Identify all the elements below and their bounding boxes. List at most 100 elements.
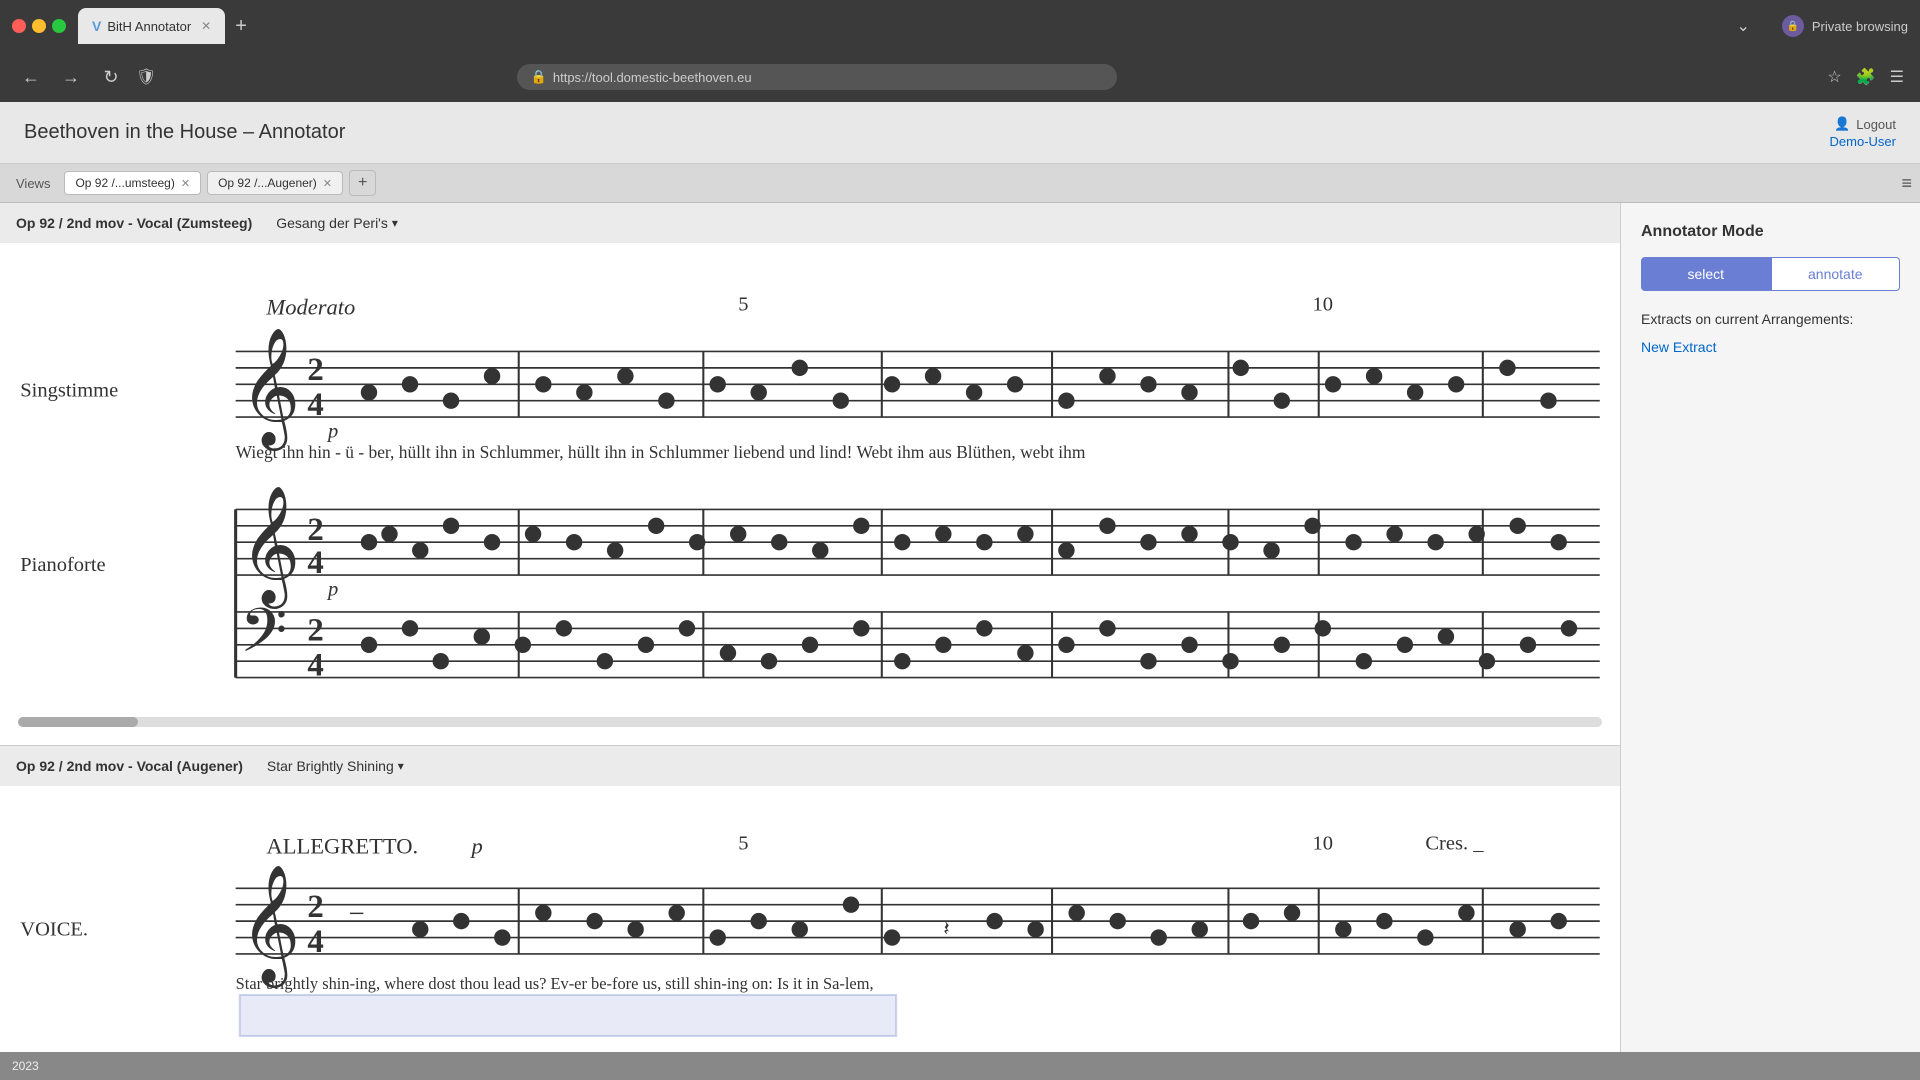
- app-title: Beethoven in the House – Annotator: [24, 121, 345, 144]
- scrollbar-container-1: [10, 709, 1610, 735]
- select-mode-button[interactable]: select: [1641, 257, 1771, 291]
- svg-text:2: 2: [307, 889, 323, 925]
- svg-text:Wiegt ihn hin - ü - ber, hüllt: Wiegt ihn hin - ü - ber, hüllt ihn in Sc…: [236, 442, 1086, 462]
- add-view-button[interactable]: +: [349, 170, 376, 196]
- svg-text:4: 4: [307, 648, 323, 684]
- score-section-augener: Op 92 / 2nd mov - Vocal (Augener) Star B…: [0, 746, 1620, 1052]
- app-header: Beethoven in the House – Annotator 👤 Log…: [0, 102, 1920, 164]
- traffic-lights: [12, 19, 66, 33]
- score-content-augener: VOICE. ALLEGRETTO. p 5 10 Cres. _: [0, 786, 1620, 1052]
- svg-text:𝄢: 𝄢: [240, 597, 287, 679]
- mode-buttons: select annotate: [1641, 257, 1900, 291]
- views-label: Views: [8, 172, 58, 195]
- browser-tab-active[interactable]: V BitH Annotator ✕: [78, 8, 225, 44]
- view-tab-close-2[interactable]: ✕: [323, 177, 332, 190]
- close-button[interactable]: [12, 19, 26, 33]
- view-tab-zumsteeg[interactable]: Op 92 /...umsteeg) ✕: [64, 171, 201, 195]
- svg-text:𝄞: 𝄞: [240, 328, 301, 451]
- new-tab-button[interactable]: +: [227, 11, 255, 42]
- svg-text:4: 4: [307, 387, 323, 423]
- menu-icon[interactable]: ☰: [1890, 67, 1904, 87]
- svg-text:𝄞: 𝄞: [240, 865, 301, 988]
- score-section-zumsteeg: Op 92 / 2nd mov - Vocal (Zumsteeg) Gesan…: [0, 203, 1620, 746]
- view-tab-augener[interactable]: Op 92 /...Augener) ✕: [207, 171, 343, 195]
- tab-bar: V BitH Annotator ✕ +: [78, 8, 1724, 44]
- extensions-icon[interactable]: 🧩: [1856, 67, 1876, 87]
- svg-text:𝄽: 𝄽: [943, 919, 949, 941]
- back-button[interactable]: ←: [16, 63, 46, 92]
- score-title-zumsteeg: Op 92 / 2nd mov - Vocal (Zumsteeg): [16, 215, 252, 231]
- demo-user-label[interactable]: Demo-User: [1830, 134, 1896, 149]
- svg-text:Singstimme: Singstimme: [20, 380, 118, 402]
- music-notation-augener: VOICE. ALLEGRETTO. p 5 10 Cres. _: [10, 796, 1610, 1052]
- arrangement-dropdown-augener[interactable]: Star Brightly Shining ▾: [267, 758, 404, 774]
- svg-text:10: 10: [1313, 833, 1334, 855]
- address-bar: ← → ↻ 🛡 🔒 https://tool.domestic-beethove…: [0, 52, 1920, 102]
- annotate-mode-button[interactable]: annotate: [1771, 257, 1901, 291]
- svg-text:Moderato: Moderato: [265, 295, 355, 320]
- shield-icon: 🛡: [136, 67, 156, 87]
- arrangement-label-augener: Star Brightly Shining: [267, 758, 394, 774]
- tabs-dropdown-icon[interactable]: ⌄: [1736, 16, 1749, 36]
- music-notation-zumsteeg: Singstimme Moderato 5 10: [10, 253, 1610, 704]
- new-extract-button[interactable]: New Extract: [1641, 339, 1716, 355]
- address-url[interactable]: https://tool.domestic-beethoven.eu: [553, 70, 752, 85]
- svg-text:4: 4: [307, 545, 323, 581]
- svg-text:p: p: [326, 421, 338, 443]
- arrangement-dropdown-arrow-zumsteeg: ▾: [392, 216, 398, 230]
- view-tab-label-1: Op 92 /...umsteeg): [75, 176, 174, 190]
- svg-text:2: 2: [307, 613, 323, 649]
- score-header-augener: Op 92 / 2nd mov - Vocal (Augener) Star B…: [0, 746, 1620, 786]
- scores-panel[interactable]: Op 92 / 2nd mov - Vocal (Zumsteeg) Gesan…: [0, 203, 1620, 1052]
- tab-logo-icon: V: [92, 18, 101, 34]
- forward-button[interactable]: →: [56, 63, 86, 92]
- view-tab-close-1[interactable]: ✕: [181, 177, 190, 190]
- user-actions: 👤 Logout Demo-User: [1830, 116, 1896, 149]
- private-browsing-label: Private browsing: [1812, 19, 1908, 34]
- scrollbar-thumb-1[interactable]: [18, 717, 138, 727]
- view-tab-label-2: Op 92 /...Augener): [218, 176, 317, 190]
- tab-close-icon[interactable]: ✕: [201, 19, 211, 33]
- svg-text:p: p: [326, 579, 338, 601]
- minimize-button[interactable]: [32, 19, 46, 33]
- browser-chrome: V BitH Annotator ✕ + ⌄ 🔒 Private browsin…: [0, 0, 1920, 102]
- svg-text:𝄞: 𝄞: [240, 486, 301, 609]
- tab-title: BitH Annotator: [107, 19, 191, 34]
- reload-button[interactable]: ↻: [96, 63, 126, 92]
- score-header-zumsteeg: Op 92 / 2nd mov - Vocal (Zumsteeg) Gesan…: [0, 203, 1620, 243]
- app-container: Beethoven in the House – Annotator 👤 Log…: [0, 102, 1920, 1080]
- svg-text:2: 2: [307, 512, 323, 548]
- user-icon: 👤: [1834, 116, 1850, 132]
- horizontal-scrollbar-1[interactable]: [18, 717, 1602, 727]
- svg-text:Star brightly shin-ing, where: Star brightly shin-ing, where dost thou …: [236, 974, 874, 993]
- private-browsing-icon: 🔒: [1782, 15, 1804, 37]
- svg-text:p: p: [470, 834, 483, 859]
- svg-text:4: 4: [307, 924, 323, 960]
- svg-text:VOICE.: VOICE.: [20, 919, 88, 941]
- panel-title: Annotator Mode: [1641, 223, 1900, 241]
- private-browsing-indicator: 🔒 Private browsing: [1782, 15, 1908, 37]
- views-menu-button[interactable]: ≡: [1901, 173, 1912, 194]
- footer-year: 2023: [12, 1059, 39, 1073]
- lock-icon: 🔒: [531, 69, 547, 85]
- right-panel: Annotator Mode select annotate Extracts …: [1620, 203, 1920, 1052]
- extracts-label: Extracts on current Arrangements:: [1641, 311, 1900, 327]
- svg-text:5: 5: [738, 293, 748, 315]
- score-title-augener: Op 92 / 2nd mov - Vocal (Augener): [16, 758, 243, 774]
- title-bar: V BitH Annotator ✕ + ⌄ 🔒 Private browsin…: [0, 0, 1920, 52]
- arrangement-dropdown-zumsteeg[interactable]: Gesang der Peri's ▾: [276, 215, 398, 231]
- svg-text:2: 2: [307, 352, 323, 388]
- bookmark-icon[interactable]: ☆: [1827, 67, 1841, 87]
- maximize-button[interactable]: [52, 19, 66, 33]
- footer: 2023: [0, 1052, 1920, 1080]
- logout-button[interactable]: Logout: [1856, 117, 1896, 132]
- svg-text:ALLEGRETTO.: ALLEGRETTO.: [266, 834, 418, 859]
- arrangement-dropdown-arrow-augener: ▾: [398, 759, 404, 773]
- arrangement-label-zumsteeg: Gesang der Peri's: [276, 215, 388, 231]
- svg-text:5: 5: [738, 833, 748, 855]
- score-content-zumsteeg: Singstimme Moderato 5 10: [0, 243, 1620, 745]
- views-bar: Views Op 92 /...umsteeg) ✕ Op 92 /...Aug…: [0, 164, 1920, 203]
- toolbar-actions: ☆ 🧩 ☰: [1827, 67, 1904, 87]
- svg-text:Cres. _: Cres. _: [1425, 833, 1484, 855]
- svg-text:−: −: [348, 898, 364, 930]
